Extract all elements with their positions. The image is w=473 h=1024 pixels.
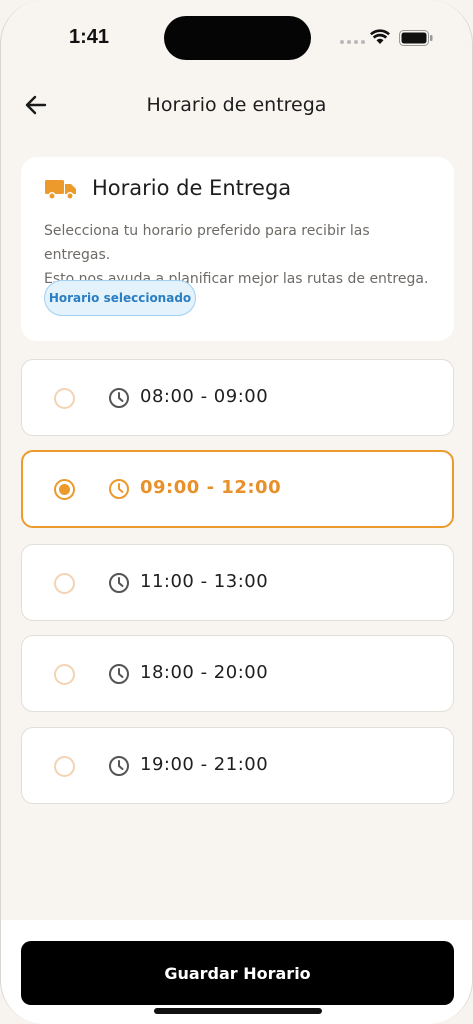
cellular-signal-icon [340, 40, 365, 44]
page-title: Horario de entrega [146, 94, 327, 116]
time-slot-label: 09:00 - 12:00 [140, 477, 282, 498]
radio-button-checked[interactable] [54, 479, 75, 500]
truck-icon [45, 180, 76, 200]
wifi-icon [370, 29, 390, 44]
save-schedule-button[interactable]: Guardar Horario [21, 941, 454, 1005]
dynamic-island [164, 16, 311, 60]
radio-button[interactable] [54, 388, 75, 409]
info-card: Horario de Entrega Selecciona tu horario… [21, 157, 454, 341]
time-slot-label: 19:00 - 21:00 [140, 754, 269, 775]
time-slot-option[interactable]: 19:00 - 21:00 [21, 727, 454, 804]
clock-icon [109, 479, 129, 499]
time-slot-option[interactable]: 11:00 - 13:00 [21, 544, 454, 621]
radio-button[interactable] [54, 573, 75, 594]
clock-icon [109, 664, 129, 684]
app-screen: 1:41 Horario de entrega Horario de Entre… [0, 0, 473, 1024]
time-slot-label: 11:00 - 13:00 [140, 571, 269, 592]
status-badge: Horario seleccionado [44, 280, 196, 316]
clock-icon [109, 756, 129, 776]
description-line: Selecciona tu horario preferido para rec… [44, 223, 370, 263]
time-slot-label: 18:00 - 20:00 [140, 662, 269, 683]
time-slot-option-selected[interactable]: 09:00 - 12:00 [21, 450, 454, 528]
time-slot-label: 08:00 - 09:00 [140, 386, 269, 407]
battery-icon [399, 30, 433, 46]
home-indicator[interactable] [154, 1008, 322, 1014]
info-card-title: Horario de Entrega [92, 176, 292, 200]
radio-button[interactable] [54, 756, 75, 777]
clock-icon [109, 573, 129, 593]
time-slot-option[interactable]: 08:00 - 09:00 [21, 359, 454, 436]
time-slot-option[interactable]: 18:00 - 20:00 [21, 635, 454, 712]
radio-button[interactable] [54, 664, 75, 685]
status-time: 1:41 [69, 26, 110, 48]
clock-icon [109, 388, 129, 408]
